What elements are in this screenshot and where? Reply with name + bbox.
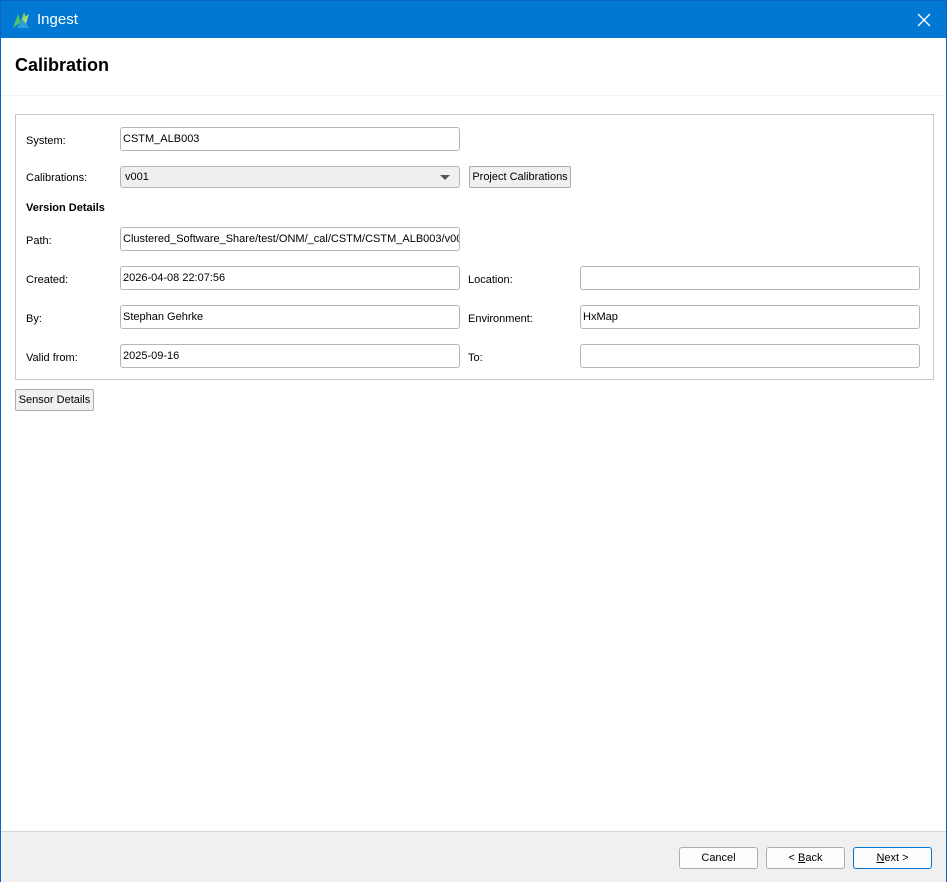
project-calibrations-button[interactable]: Project Calibrations [469, 166, 571, 188]
calibrations-dropdown[interactable]: v001 [120, 166, 460, 188]
valid-from-label: Valid from: [26, 352, 78, 364]
next-button[interactable]: Next > [853, 847, 932, 869]
valid-from-field[interactable]: 2025-09-16 [120, 344, 460, 368]
calibrations-label: Calibrations: [26, 172, 88, 184]
by-label: By: [26, 313, 42, 325]
to-label: To: [468, 352, 483, 364]
calibrations-selected-value: v001 [125, 171, 149, 183]
calibration-group: System: CSTM_ALB003 Calibrations: v001 P… [15, 114, 934, 380]
created-field[interactable]: 2026-04-08 22:07:56 [120, 266, 460, 290]
path-label: Path: [26, 235, 52, 247]
next-mnemonic: N [876, 852, 885, 864]
system-field[interactable]: CSTM_ALB003 [120, 127, 460, 151]
environment-field[interactable]: HxMap [580, 305, 920, 329]
window-title: Ingest [37, 11, 78, 28]
header-divider [1, 95, 946, 96]
app-logo-icon [13, 12, 29, 28]
location-field[interactable] [580, 266, 920, 290]
page-title: Calibration [15, 55, 110, 75]
close-button[interactable] [902, 1, 946, 38]
system-label: System: [26, 135, 66, 147]
back-prefix: < [788, 852, 798, 864]
ingest-window: Ingest Calibration System: CSTM_ALB003 C… [0, 0, 947, 882]
created-label: Created: [26, 274, 69, 286]
by-field[interactable]: Stephan Gehrke [120, 305, 460, 329]
location-label: Location: [468, 274, 513, 286]
back-mnemonic: B [798, 852, 806, 864]
sensor-details-button[interactable]: Sensor Details [15, 389, 94, 411]
back-button[interactable]: < Back [766, 847, 845, 869]
title-bar: Ingest [1, 1, 946, 38]
close-icon [917, 13, 931, 26]
wizard-footer: Cancel < Back Next > [1, 831, 946, 882]
chevron-down-icon [440, 175, 450, 180]
environment-label: Environment: [468, 313, 533, 325]
path-field[interactable]: Clustered_Software_Share/test/ONM/_cal/C… [120, 227, 460, 251]
next-label-rest: ext > [884, 852, 909, 864]
version-details-heading: Version Details [26, 202, 105, 214]
to-field[interactable] [580, 344, 920, 368]
cancel-button[interactable]: Cancel [679, 847, 758, 869]
back-label-rest: ack [805, 852, 823, 864]
